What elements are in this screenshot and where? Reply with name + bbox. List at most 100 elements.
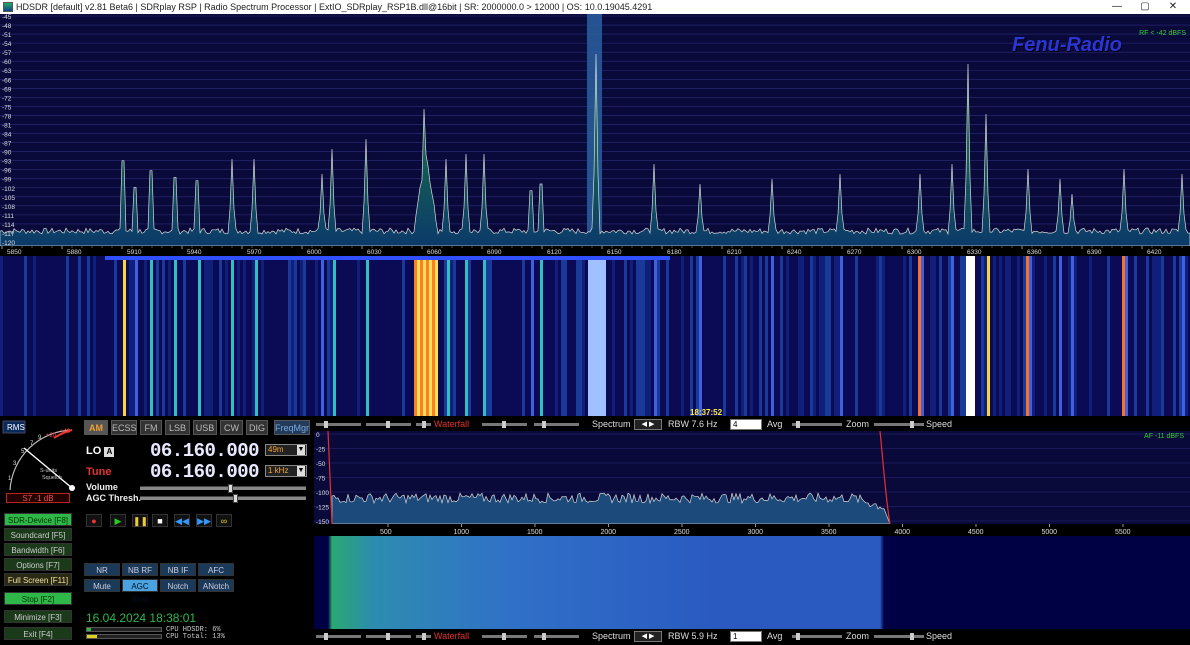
freq-tick-label: 6240 xyxy=(787,249,802,256)
rf-wf-slider-2[interactable] xyxy=(366,421,411,428)
db-tick-label: -72 xyxy=(2,95,12,102)
rf-wf-slider-1[interactable] xyxy=(316,421,361,428)
mode-button-fm[interactable]: FM xyxy=(140,420,162,435)
db-tick-label: -96 xyxy=(2,168,12,175)
volume-slider[interactable] xyxy=(140,484,306,493)
af-waterfall[interactable] xyxy=(314,536,1190,629)
lo-frequency-display[interactable]: 06.160.000 xyxy=(150,440,262,462)
dsp-button-afc[interactable]: AFC xyxy=(198,563,234,576)
band-select[interactable]: 49m ▼ xyxy=(265,444,307,456)
rf-spec-slider-2[interactable] xyxy=(534,421,579,428)
db-tick-label: -66 xyxy=(2,77,12,84)
af-freq-tick-label: 4500 xyxy=(968,529,984,536)
sidebar-button-0[interactable]: SDR-Device [F8] xyxy=(4,513,72,526)
freq-tick-label: 6060 xyxy=(427,249,442,256)
zoom-slider[interactable] xyxy=(792,421,842,428)
af-spec-slider-2[interactable] xyxy=(534,633,579,640)
rf-level-readout: RF < -42 dBFS xyxy=(1139,30,1186,37)
record-icon[interactable]: ● xyxy=(86,514,102,527)
freq-tick-label: 6270 xyxy=(847,249,862,256)
smeter-scale-20: +20 xyxy=(46,433,57,439)
sidebar-button-7[interactable]: Exit [F4] xyxy=(4,627,72,640)
sidebar-button-2[interactable]: Bandwidth [F6] xyxy=(4,543,72,556)
close-window-button[interactable]: ✕ xyxy=(1159,0,1187,14)
af-spectrum-display[interactable]: 0 -25 -50 -75 -100 -125 -150 AF -11 dBFS xyxy=(314,431,1190,524)
stop-icon[interactable]: ■ xyxy=(152,514,168,527)
af-frequency-axis[interactable]: 500 1000 1500 2000 2500 3000 3500 4000 4500 5000 5… xyxy=(314,524,1190,536)
rf-waterfall[interactable] xyxy=(0,256,1190,416)
title-bar: HDSDR [default] v2.81 Beta6 | SDRplay RS… xyxy=(0,0,1190,14)
dsp-button-nr[interactable]: NR xyxy=(84,563,120,576)
cpu-total-bar xyxy=(86,634,162,639)
freq-tick-label: 5880 xyxy=(67,249,82,256)
window-title: HDSDR [default] v2.81 Beta6 | SDRplay RS… xyxy=(16,2,653,12)
maximize-window-button[interactable]: ▢ xyxy=(1131,0,1159,14)
af-wf-slider-1[interactable] xyxy=(316,633,361,640)
rewind-icon[interactable]: ◀◀ xyxy=(174,514,190,527)
mode-button-lsb[interactable]: LSB xyxy=(165,420,190,435)
rf-spectrum-display[interactable]: -45 -48 -51 -54 -57 -60 -63 -66 -69 -72 -75 -78 -81 -… xyxy=(0,14,1190,246)
af-freq-tick-label: 3000 xyxy=(748,529,764,536)
tune-frequency-display[interactable]: 06.160.000 xyxy=(150,461,262,483)
af-spec-slider-1[interactable] xyxy=(482,633,527,640)
step-select[interactable]: 1 kHz ▼ xyxy=(265,465,307,477)
af-rbw-arrows[interactable]: ◀ ▶ xyxy=(634,631,662,642)
db-tick-label: -63 xyxy=(2,68,12,75)
rf-spec-slider-1[interactable] xyxy=(482,421,527,428)
rf-wf-slider-3[interactable] xyxy=(416,421,431,428)
mode-button-dig[interactable]: DIG xyxy=(246,420,268,435)
pause-icon[interactable]: ❚❚ xyxy=(132,514,148,527)
sidebar-button-6[interactable]: Minimize [F3] xyxy=(4,610,72,623)
dsp-button-nb-rf[interactable]: NB RF xyxy=(122,563,158,576)
play-icon[interactable]: ▶ xyxy=(110,514,126,527)
af-db-tick-label: -25 xyxy=(316,447,326,454)
dsp-button-notch[interactable]: Notch xyxy=(160,579,196,592)
tune-label: Tune xyxy=(86,466,112,478)
db-tick-label: -69 xyxy=(2,86,12,93)
af-spectrum-label: Spectrum xyxy=(592,631,631,641)
mode-button-ecss[interactable]: ECSS xyxy=(111,420,137,435)
dsp-button-mute[interactable]: Mute xyxy=(84,579,120,592)
mode-button-cw[interactable]: CW xyxy=(220,420,243,435)
db-tick-label: -87 xyxy=(2,141,12,148)
freq-tick-label: 6090 xyxy=(487,249,502,256)
db-tick-label: -81 xyxy=(2,122,12,129)
dsp-button-agc-slow[interactable]: AGC Slow xyxy=(122,579,158,604)
af-avg-select[interactable]: 1 xyxy=(730,631,762,642)
dsp-button-nb-if[interactable]: NB IF xyxy=(160,563,196,576)
agc-threshold-slider-knob[interactable] xyxy=(232,494,238,503)
af-zoom-slider[interactable] xyxy=(792,633,842,640)
sidebar-button-5[interactable]: Stop [F2] xyxy=(4,592,72,605)
rf-frequency-axis[interactable]: 5850 5880 5910 5940 5970 6000 6030 6060 6090 6120… xyxy=(0,246,1190,256)
freqmgr-button[interactable]: FreqMgr xyxy=(274,420,310,435)
mode-button-am[interactable]: AM xyxy=(84,420,108,435)
mode-button-usb[interactable]: USB xyxy=(193,420,217,435)
minimize-window-button[interactable]: — xyxy=(1103,0,1131,14)
lo-a-badge[interactable]: A xyxy=(104,447,115,457)
db-tick-label: -54 xyxy=(2,41,12,48)
sidebar-button-1[interactable]: Soundcard [F5] xyxy=(4,528,72,541)
volume-slider-knob[interactable] xyxy=(228,484,233,493)
avg-select[interactable]: 4 xyxy=(730,419,762,430)
db-tick-label: -48 xyxy=(2,23,12,30)
rbw-arrows[interactable]: ◀ ▶ xyxy=(634,419,662,430)
chevron-down-icon: ▼ xyxy=(297,445,305,455)
speed-slider[interactable] xyxy=(874,421,924,428)
db-tick-label: -99 xyxy=(2,177,12,184)
chevron-down-icon: ▼ xyxy=(297,466,305,476)
sidebar-button-3[interactable]: Options [F7] xyxy=(4,558,72,571)
af-speed-slider[interactable] xyxy=(874,633,924,640)
db-tick-label: -60 xyxy=(2,59,12,66)
af-wf-slider-3[interactable] xyxy=(416,633,431,640)
freq-tick-label: 5970 xyxy=(247,249,262,256)
agc-threshold-slider[interactable] xyxy=(140,494,306,503)
freq-tick-label: 6150 xyxy=(607,249,622,256)
loop-icon[interactable]: ∞ xyxy=(216,514,232,527)
freq-tick-label: 6180 xyxy=(667,249,682,256)
db-tick-label: -105 xyxy=(2,195,15,202)
af-wf-slider-2[interactable] xyxy=(366,633,411,640)
fast-forward-icon[interactable]: ▶▶ xyxy=(196,514,212,527)
sidebar-button-4[interactable]: Full Screen [F11] xyxy=(4,573,72,586)
freq-tick-label: 6120 xyxy=(547,249,562,256)
dsp-button-anotch[interactable]: ANotch xyxy=(198,579,234,592)
